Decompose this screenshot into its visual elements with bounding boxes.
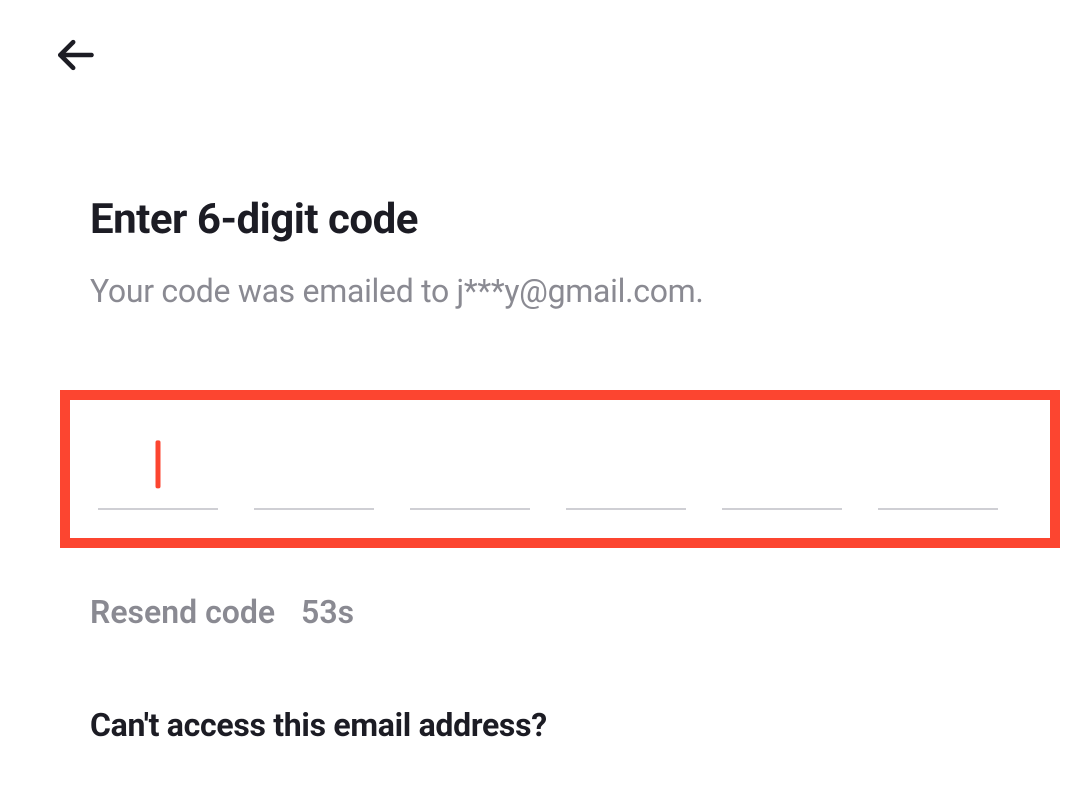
page-subtitle: Your code was emailed to j***y@gmail.com… — [90, 272, 990, 310]
code-input-group[interactable] — [98, 440, 1022, 510]
resend-code-line: Resend code 53s — [90, 593, 990, 631]
back-button[interactable] — [50, 30, 100, 80]
code-digit-6[interactable] — [878, 440, 998, 510]
code-digit-4[interactable] — [566, 440, 686, 510]
code-digit-1[interactable] — [98, 440, 218, 510]
back-arrow-icon — [53, 33, 97, 77]
code-digit-3[interactable] — [410, 440, 530, 510]
page-title: Enter 6-digit code — [90, 195, 990, 244]
text-cursor — [156, 440, 161, 488]
verification-screen: Enter 6-digit code Your code was emailed… — [0, 0, 1080, 744]
code-digit-2[interactable] — [254, 440, 374, 510]
code-digit-5[interactable] — [722, 440, 842, 510]
resend-code-timer: 53s — [301, 593, 354, 631]
code-input-highlight-box — [60, 390, 1060, 548]
resend-code-label: Resend code — [90, 593, 275, 631]
cant-access-email-link[interactable]: Can't access this email address? — [90, 706, 990, 744]
